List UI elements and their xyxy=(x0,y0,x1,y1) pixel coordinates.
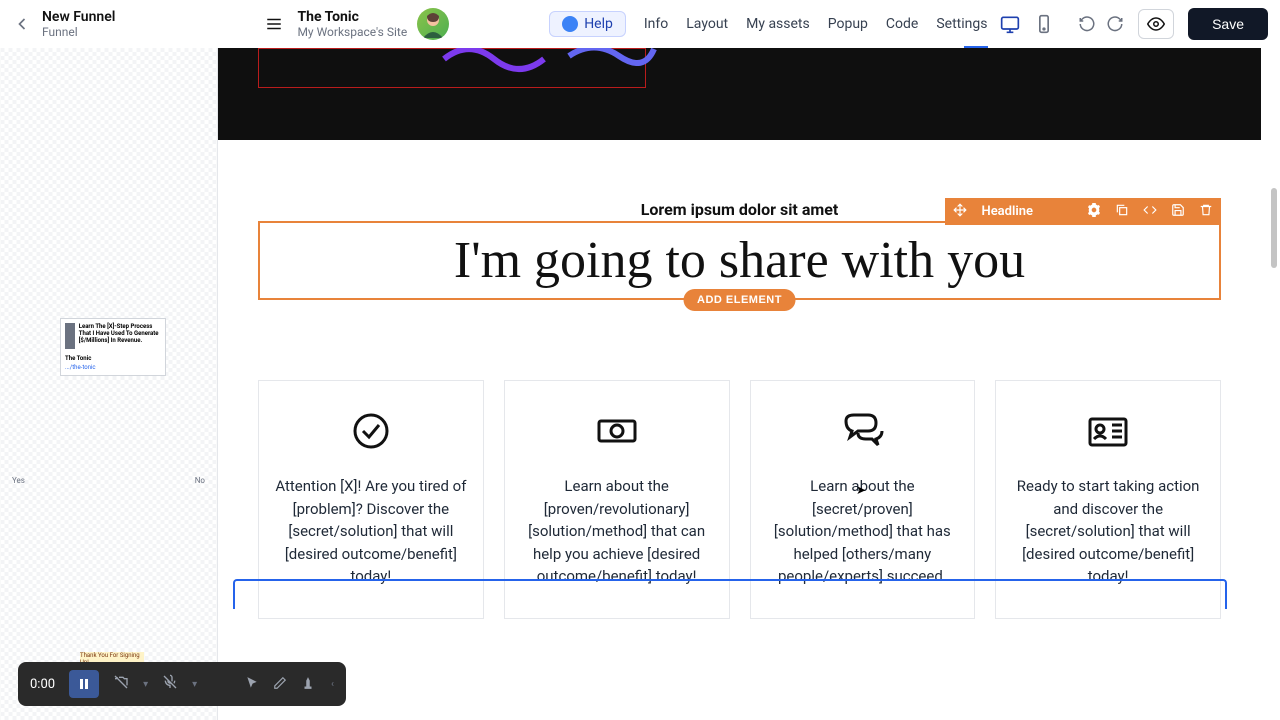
camera-off-icon[interactable] xyxy=(113,674,129,694)
chevron-down-icon[interactable]: ▾ xyxy=(192,679,197,690)
menu-info[interactable]: Info xyxy=(644,16,668,32)
mic-off-icon[interactable] xyxy=(162,674,178,694)
cursor-icon: ➤ xyxy=(856,483,866,497)
check-circle-icon xyxy=(347,411,395,451)
card-text: Ready to start taking action and discove… xyxy=(1012,475,1204,588)
hero-selected-box[interactable] xyxy=(258,48,646,88)
hamburger-icon[interactable] xyxy=(265,15,283,33)
funnel-sidebar: Learn The [X]-Step Process That I Have U… xyxy=(0,48,218,720)
add-element-button[interactable]: ADD ELEMENT xyxy=(683,289,796,311)
back-arrow-icon[interactable] xyxy=(12,14,32,34)
right-tools: Save xyxy=(1000,8,1268,40)
funnel-title: New Funnel xyxy=(42,9,115,25)
card-text: Learn about the [proven/revolutionary] [… xyxy=(521,475,713,588)
branch-labels: Yes No xyxy=(12,476,205,485)
element-toolbar: Headline xyxy=(945,198,1221,225)
hero-section[interactable] xyxy=(218,48,1261,140)
site-subtitle: My Workspace's Site xyxy=(297,25,407,39)
funnel-breadcrumb[interactable]: New Funnel Funnel xyxy=(42,9,115,39)
scrollbar[interactable] xyxy=(1271,188,1277,268)
thumb-url: .../the-tonic xyxy=(65,364,161,371)
card-text: Attention [X]! Are you tired of [problem… xyxy=(275,475,467,588)
highlight-tool-icon[interactable] xyxy=(301,675,315,694)
selected-section-outline[interactable] xyxy=(233,579,1227,609)
screen-recorder: 0:00 ▾ ▾ ‹ xyxy=(18,662,346,706)
chevron-down-icon[interactable]: ▾ xyxy=(143,679,148,690)
menu-popup[interactable]: Popup xyxy=(828,16,868,32)
preview-button[interactable] xyxy=(1138,9,1174,39)
page-thumbnail[interactable]: Learn The [X]-Step Process That I Have U… xyxy=(60,318,166,376)
top-bar: New Funnel Funnel The Tonic My Workspace… xyxy=(0,0,1280,48)
pause-button[interactable] xyxy=(69,670,99,698)
help-label: Help xyxy=(584,16,613,32)
pen-tool-icon[interactable] xyxy=(273,675,287,694)
branch-no: No xyxy=(195,476,205,485)
id-card-icon xyxy=(1084,411,1132,451)
content-section: Lorem ipsum dolor sit amet Headline I'm … xyxy=(218,140,1261,619)
mobile-icon[interactable] xyxy=(1034,14,1054,34)
redo-icon[interactable] xyxy=(1106,15,1124,33)
trash-icon[interactable] xyxy=(1199,202,1213,221)
save-button[interactable]: Save xyxy=(1188,8,1268,40)
headline-text[interactable]: I'm going to share with you xyxy=(260,223,1219,298)
menu-layout[interactable]: Layout xyxy=(686,16,728,32)
code-icon[interactable] xyxy=(1143,202,1157,221)
gear-icon[interactable] xyxy=(1087,202,1101,221)
desktop-icon[interactable] xyxy=(1000,14,1020,34)
avatar[interactable] xyxy=(417,8,449,40)
help-dot-icon xyxy=(562,16,578,32)
funnel-subtitle: Funnel xyxy=(42,25,115,39)
site-breadcrumb[interactable]: The Tonic My Workspace's Site xyxy=(297,9,407,39)
main-menu: Help Info Layout My assets Popup Code Se… xyxy=(549,11,987,37)
squiggle-graphic xyxy=(439,48,659,74)
site-title: The Tonic xyxy=(297,9,407,25)
cursor-tool-icon[interactable] xyxy=(245,675,259,694)
branch-yes: Yes xyxy=(12,476,25,485)
money-icon xyxy=(593,411,641,451)
headline-element[interactable]: Headline I'm going to share with you ADD… xyxy=(258,221,1221,300)
chat-icon xyxy=(838,411,886,451)
copy-icon[interactable] xyxy=(1115,202,1129,221)
thumb-text: Learn The [X]-Step Process That I Have U… xyxy=(79,323,161,345)
editor-canvas: Lorem ipsum dolor sit amet Headline I'm … xyxy=(218,48,1280,720)
save-element-icon[interactable] xyxy=(1171,202,1185,221)
thumb-image xyxy=(65,323,75,349)
menu-assets[interactable]: My assets xyxy=(746,16,810,32)
toolbar-label: Headline xyxy=(981,204,1073,219)
menu-settings[interactable]: Settings xyxy=(936,16,987,32)
thumb-title: The Tonic xyxy=(65,355,161,362)
chevron-left-icon[interactable]: ‹ xyxy=(331,679,334,690)
help-button[interactable]: Help xyxy=(549,11,626,37)
undo-icon[interactable] xyxy=(1078,15,1096,33)
move-icon[interactable] xyxy=(953,202,967,221)
menu-code[interactable]: Code xyxy=(886,16,918,32)
active-device-underline xyxy=(964,46,988,48)
recorder-time: 0:00 xyxy=(30,677,55,692)
